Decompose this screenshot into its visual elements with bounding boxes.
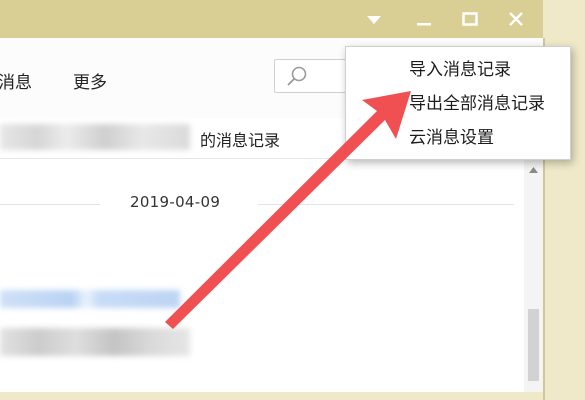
maximize-icon xyxy=(462,12,478,26)
menu-item-cloud-settings[interactable]: 云消息设置 xyxy=(346,121,570,155)
menu-item-label: 云消息设置 xyxy=(409,128,494,148)
dropdown-button[interactable] xyxy=(362,7,386,31)
date-divider-left xyxy=(0,204,100,205)
blurred-message-text xyxy=(0,328,190,356)
records-title: 的消息记录 xyxy=(200,131,281,150)
dropdown-menu: 导入消息记录 导出全部消息记录 云消息设置 xyxy=(345,46,571,160)
blurred-sender-name xyxy=(0,290,180,308)
date-divider-right xyxy=(258,204,514,205)
menu-item-label: 导出全部消息记录 xyxy=(409,94,545,114)
window-frame-bottom xyxy=(0,392,543,400)
close-icon xyxy=(509,12,523,26)
scrollbar[interactable] xyxy=(524,159,543,392)
scrollbar-thumb[interactable] xyxy=(528,309,539,381)
close-button[interactable] xyxy=(504,7,528,31)
search-input[interactable] xyxy=(274,59,346,93)
tab-messages[interactable]: 消息 xyxy=(0,68,32,93)
date-separator: 2019-04-09 xyxy=(130,193,221,211)
menu-item-import-records[interactable]: 导入消息记录 xyxy=(346,53,570,87)
minimize-icon xyxy=(417,23,431,26)
blurred-contact-name xyxy=(0,124,190,150)
menu-item-label: 导入消息记录 xyxy=(409,60,511,80)
minimize-button[interactable] xyxy=(412,7,436,31)
triangle-down-icon xyxy=(367,16,381,24)
triangle-up-icon[interactable] xyxy=(528,165,539,175)
message-list: 2019-04-09 xyxy=(0,159,524,392)
title-bar xyxy=(0,0,543,38)
maximize-button[interactable] xyxy=(458,7,482,31)
menu-item-export-all-records[interactable]: 导出全部消息记录 xyxy=(346,87,570,121)
search-icon xyxy=(287,66,307,86)
more-menu-button[interactable]: 更多 xyxy=(73,68,107,93)
